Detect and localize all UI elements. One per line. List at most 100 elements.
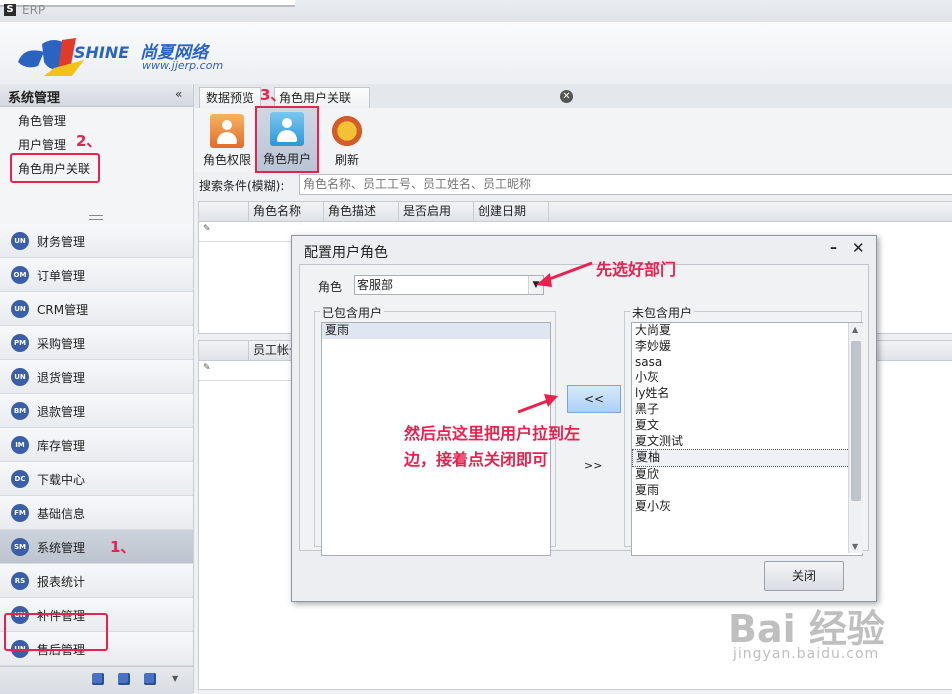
grid-corner xyxy=(199,341,249,360)
role-permission-button[interactable]: 角色权限 xyxy=(200,111,254,169)
refresh-button[interactable]: 刷新 xyxy=(320,111,374,169)
arrow-to-role-select-icon xyxy=(536,261,593,287)
overflow-chevron-icon[interactable]: ▼ xyxy=(172,674,178,683)
sidebar-module-5[interactable]: BM 退款管理 xyxy=(0,394,193,428)
sidebar-title: 系统管理 xyxy=(8,91,61,106)
module-label: 库存管理 xyxy=(37,439,86,453)
col-role-name[interactable]: 角色名称 xyxy=(249,202,324,221)
minimize-icon[interactable]: – xyxy=(830,240,837,256)
sidebar-module-2[interactable]: UN CRM管理 xyxy=(0,292,193,326)
dialog-body: 角色 客服部 ▼ 已包含用户 夏雨 << >> 未包含用户 大尚夏 李妙媛 sasa… xyxy=(299,264,869,556)
sidebar-item-role-user-link[interactable]: 角色用户关联 xyxy=(18,160,90,177)
role-user-label: 角色用户 xyxy=(262,152,311,166)
list-item[interactable]: sasa xyxy=(632,355,862,371)
sidebar-module-6[interactable]: IM 库存管理 xyxy=(0,428,193,462)
search-input[interactable] xyxy=(299,174,952,195)
list-item[interactable]: 夏柚 xyxy=(632,449,862,468)
list-item[interactable]: ly姓名 xyxy=(632,386,862,402)
sidebar-item-role-manage[interactable]: 角色管理 xyxy=(18,112,66,129)
list-item[interactable]: 夏欣 xyxy=(632,467,862,483)
vertical-scrollbar[interactable]: ▲ ▼ xyxy=(848,323,863,553)
close-tab-icon[interactable]: ✕ xyxy=(560,90,573,103)
list-item[interactable]: 小灰 xyxy=(632,370,862,386)
watermark-url: jingyan.baidu.com xyxy=(733,646,880,662)
window-title: ERP xyxy=(22,3,46,17)
col-created[interactable]: 创建日期 xyxy=(474,202,549,221)
included-users-title: 已包含用户 xyxy=(320,304,385,321)
role-user-icon xyxy=(270,112,304,146)
module-icon: IM xyxy=(11,436,29,454)
brand-logo: SHINE 尚夏网络 www.jjerp.com xyxy=(14,32,244,78)
sidebar-header: 系统管理 « xyxy=(0,84,193,107)
module-icon: UN xyxy=(11,300,29,318)
module-icon: SM xyxy=(11,538,29,556)
sidebar-module-4[interactable]: UN 退货管理 xyxy=(0,360,193,394)
col-role-desc[interactable]: 角色描述 xyxy=(324,202,399,221)
scrollbar-thumb[interactable] xyxy=(851,341,861,501)
list-item[interactable]: 夏文 xyxy=(632,418,862,434)
filter-pin-icon: ✎ xyxy=(203,363,211,373)
sidebar-module-3[interactable]: PM 采购管理 xyxy=(0,326,193,360)
module-label: 采购管理 xyxy=(37,337,86,351)
module-cube-icon[interactable] xyxy=(92,673,104,685)
splitter-handle[interactable] xyxy=(89,215,103,220)
list-item[interactable]: 夏文测试 xyxy=(632,434,862,450)
sidebar-module-1[interactable]: OM 订单管理 xyxy=(0,258,193,292)
list-item[interactable]: 李妙媛 xyxy=(632,339,862,355)
tab-role-user-link[interactable]: 角色用户关联 xyxy=(274,87,370,108)
collapse-sidebar-icon[interactable]: « xyxy=(175,87,182,101)
sidebar-module-8[interactable]: FM 基础信息 xyxy=(0,496,193,530)
module-label: 退款管理 xyxy=(37,405,86,419)
app-logo-icon: S xyxy=(4,4,16,16)
module-label: 订单管理 xyxy=(37,269,86,283)
brand-url: www.jjerp.com xyxy=(142,59,224,72)
scroll-down-icon[interactable]: ▼ xyxy=(852,542,858,551)
module-label: 下载中心 xyxy=(37,473,86,487)
list-item[interactable]: 夏小灰 xyxy=(632,499,862,515)
sidebar-item-user-manage[interactable]: 用户管理 xyxy=(18,136,66,153)
col-enabled[interactable]: 是否启用 xyxy=(399,202,474,221)
note-drag-line-1: 然后点这里把用户拉到左 xyxy=(404,424,581,443)
sidebar-module-7[interactable]: DC 下载中心 xyxy=(0,462,193,496)
role-select[interactable]: 客服部 ▼ xyxy=(354,275,544,295)
module-label: 财务管理 xyxy=(37,235,86,249)
sidebar-module-0[interactable]: UN 财务管理 xyxy=(0,224,193,258)
role-select-value: 客服部 xyxy=(357,278,394,292)
remove-users-button[interactable]: >> xyxy=(584,459,602,472)
close-dialog-icon[interactable]: ✕ xyxy=(852,239,865,257)
close-button[interactable]: 关闭 xyxy=(764,561,844,591)
grid-corner xyxy=(199,202,249,221)
module-icon: DC xyxy=(11,470,29,488)
module-icon: OM xyxy=(11,266,29,284)
scroll-up-icon[interactable]: ▲ xyxy=(852,325,858,334)
tab-data-preview[interactable]: 数据预览 xyxy=(199,87,262,108)
list-item[interactable]: 夏雨 xyxy=(322,323,550,339)
list-item[interactable]: 大尚夏 xyxy=(632,323,862,339)
excluded-users-group: 未包含用户 大尚夏 李妙媛 sasa 小灰 ly姓名 黑子 夏文 夏文测试 夏柚 夏欣 夏雨 夏小灰 … xyxy=(624,304,863,556)
role-user-button[interactable]: 角色用户 xyxy=(255,106,319,173)
sidebar-module-10[interactable]: RS 报表统计 xyxy=(0,564,193,598)
note-drag-line-2: 边，接着点关闭即可 xyxy=(404,450,549,469)
role-permission-icon xyxy=(210,114,244,148)
role-label: 角色 xyxy=(318,280,343,294)
add-users-button[interactable]: << xyxy=(567,385,621,413)
module-label: 基础信息 xyxy=(37,507,86,521)
module-icon: RS xyxy=(11,572,29,590)
module-cube-icon[interactable] xyxy=(144,673,156,685)
sidebar-module-9[interactable]: SM 系统管理 xyxy=(0,530,193,564)
refresh-icon xyxy=(330,114,364,148)
module-icon: UN xyxy=(11,368,29,386)
filter-row[interactable] xyxy=(199,361,299,381)
excluded-users-list[interactable]: 大尚夏 李妙媛 sasa 小灰 ly姓名 黑子 夏文 夏文测试 夏柚 夏欣 夏雨 夏小灰 ▲ ▼ xyxy=(631,322,863,556)
list-item[interactable]: 黑子 xyxy=(632,402,862,418)
list-item[interactable]: 夏雨 xyxy=(632,483,862,499)
window-titlebar: S ERP xyxy=(0,0,952,23)
sidebar: 系统管理 « 角色管理 用户管理 2、 角色用户关联 UN 财务管理 OM 订单管理 U… xyxy=(0,84,194,694)
module-icon: PM xyxy=(11,334,29,352)
module-cube-icon[interactable] xyxy=(118,673,130,685)
annotation-step-1: 1、 xyxy=(110,538,136,556)
search-label: 搜索条件(模糊): xyxy=(199,179,285,193)
module-label: 退货管理 xyxy=(37,371,86,385)
annotation-step-3: 3、 xyxy=(260,86,286,104)
refresh-label: 刷新 xyxy=(334,153,359,167)
